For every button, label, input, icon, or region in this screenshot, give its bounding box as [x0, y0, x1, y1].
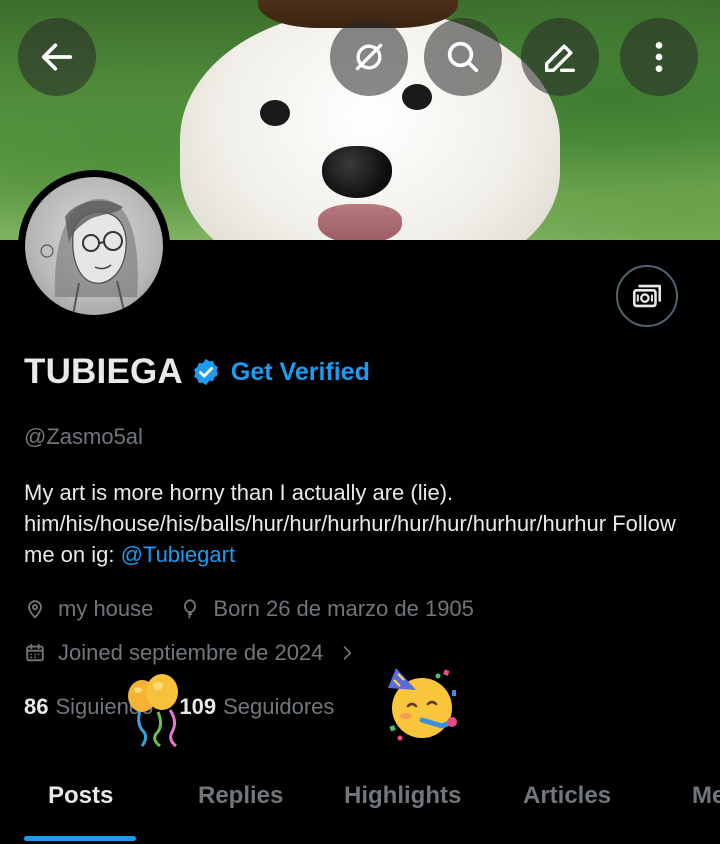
- birthday-text: Born 26 de marzo de 1905: [213, 596, 474, 621]
- back-button[interactable]: [18, 18, 96, 96]
- location-text: my house: [58, 596, 154, 621]
- avatar[interactable]: [18, 170, 170, 322]
- name-row: TUBIEGA Get Verified: [24, 350, 370, 394]
- active-tab-indicator: [24, 836, 136, 841]
- edit-button[interactable]: [521, 18, 599, 96]
- grok-icon: [355, 43, 383, 71]
- arrow-left-icon: [41, 43, 73, 71]
- tab-media[interactable]: Me: [692, 782, 720, 810]
- tab-replies[interactable]: Replies: [198, 782, 283, 810]
- birthday: Born 26 de marzo de 1905: [179, 596, 474, 622]
- get-verified-link[interactable]: Get Verified: [231, 358, 370, 387]
- bio-instagram-link[interactable]: @Tubiegart: [121, 542, 235, 567]
- joined-date[interactable]: Joined septiembre de 2024: [24, 640, 357, 666]
- search-icon: [447, 41, 479, 73]
- calendar-icon: [26, 643, 44, 662]
- tab-highlights[interactable]: Highlights: [344, 782, 461, 810]
- more-button[interactable]: [620, 18, 698, 96]
- balloons-emoji-icon: [128, 674, 178, 748]
- tab-articles[interactable]: Articles: [523, 782, 611, 810]
- more-vertical-icon: [655, 42, 663, 72]
- balloon-icon: [184, 599, 197, 619]
- profile-meta-row: my house Born 26 de marzo de 1905: [24, 596, 500, 622]
- followers-label: Seguidores: [223, 694, 335, 719]
- pencil-icon: [545, 44, 575, 73]
- avatar-image: [25, 177, 163, 315]
- search-button[interactable]: [424, 18, 502, 96]
- profile-bio: My art is more horny than I actually are…: [24, 477, 694, 570]
- chevron-right-icon: [344, 646, 352, 660]
- tips-button[interactable]: [616, 265, 678, 327]
- joined-text: Joined septiembre de 2024: [58, 640, 324, 665]
- location: my house: [24, 596, 153, 622]
- following-count: 86: [24, 694, 49, 719]
- followers-link[interactable]: 109 Seguidores: [179, 694, 334, 720]
- location-pin-icon: [28, 600, 42, 619]
- grok-button[interactable]: [330, 18, 408, 96]
- verified-badge-icon[interactable]: [191, 357, 221, 387]
- money-icon: [632, 284, 662, 308]
- tab-posts[interactable]: Posts: [48, 782, 113, 810]
- profile-tabs: Posts Replies Highlights Articles Me: [0, 770, 720, 844]
- profile-handle: @Zasmo5al: [24, 424, 143, 449]
- party-face-emoji-icon: [388, 668, 457, 741]
- display-name: TUBIEGA: [24, 352, 183, 391]
- joined-row[interactable]: Joined septiembre de 2024: [24, 640, 383, 666]
